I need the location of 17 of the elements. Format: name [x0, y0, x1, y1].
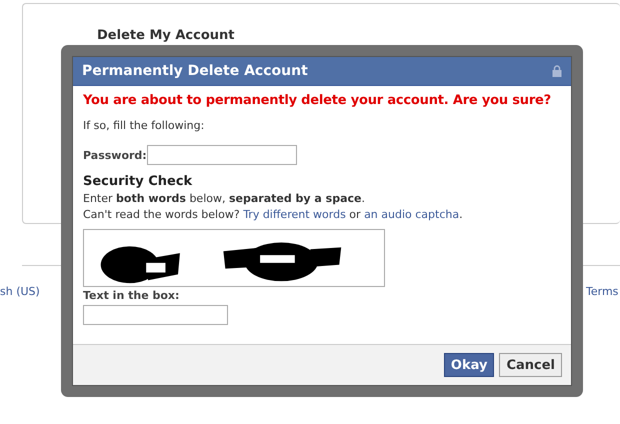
cancel-button[interactable]: Cancel — [499, 353, 562, 377]
captcha-instruction: Enter both words below, separated by a space. — [83, 192, 366, 205]
warning-text: You are about to permanently delete your account. Are you sure? — [83, 92, 552, 110]
password-field[interactable] — [146, 145, 297, 165]
password-label: Password: — [83, 148, 147, 162]
captcha-answer-field[interactable] — [83, 305, 228, 325]
text-link[interactable]: Try different words — [243, 208, 346, 221]
captcha-help-text: Can't read the words below? Try different words or an audio captcha. — [83, 208, 464, 221]
answer-label: Text in the box: — [83, 289, 180, 302]
page-heading: Delete My Account — [97, 28, 235, 43]
dialog-title: Permanently Delete Account — [82, 63, 308, 79]
language-link[interactable]: sh (US) — [0, 285, 40, 298]
terms-link[interactable]: Terms — [586, 285, 618, 298]
security-check-heading: Security Check — [83, 174, 194, 189]
instruction-text: If so, fill the following: — [83, 119, 206, 132]
okay-button[interactable]: Okay — [444, 353, 494, 377]
text-link[interactable]: an audio captcha — [364, 208, 460, 221]
